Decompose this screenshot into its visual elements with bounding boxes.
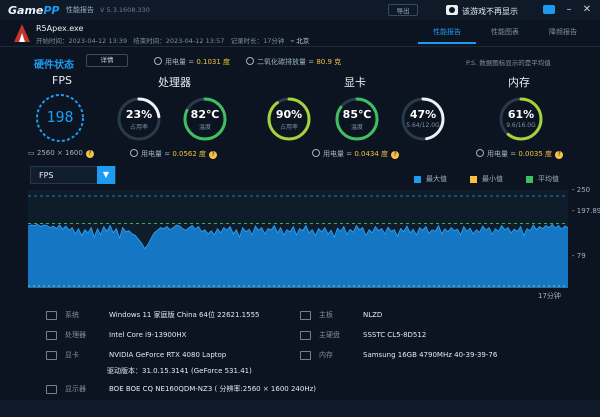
- leaf-icon: [246, 57, 254, 65]
- metric-select-value: FPS: [39, 170, 54, 180]
- ps-note: P.S. 数据图标显示的是平均值: [466, 59, 551, 67]
- gpu-icon: [46, 350, 57, 360]
- monitor-icon: ▭: [28, 149, 35, 157]
- tab-performance-chart[interactable]: 性能图表: [476, 27, 534, 44]
- version-label: V 5.3.1608.330: [100, 6, 150, 14]
- memory-usage-sub: 9.6/16.0G: [506, 122, 536, 129]
- location-pin-icon: ⌖: [290, 37, 295, 45]
- y-tick-avg: - 197.89: [572, 207, 600, 215]
- windows-icon: [46, 310, 57, 320]
- help-icon[interactable]: ?: [555, 151, 564, 159]
- power-icon: [154, 57, 162, 65]
- export-button[interactable]: 导出: [388, 4, 418, 16]
- apex-game-icon: [14, 24, 30, 42]
- legend-avg: 平均值: [526, 174, 559, 184]
- memory-label: 内存: [508, 76, 530, 89]
- bottom-bar: [0, 400, 600, 417]
- screenshot-icon[interactable]: [543, 5, 555, 14]
- gpu-temp-gauge: 85℃ 温度: [334, 96, 380, 142]
- cpu-label: 处理器: [158, 76, 191, 89]
- memory-usage-gauge: 61% 9.6/16.0G: [498, 96, 544, 142]
- sysinfo-gpu: 显卡 NVIDIA GeForce RTX 4080 Laptop: [46, 350, 226, 360]
- help-icon[interactable]: ?: [209, 151, 218, 159]
- legend-avg-swatch: [526, 175, 533, 183]
- fps-chart-svg: [27, 195, 569, 288]
- fps-value: 198: [46, 108, 74, 126]
- help-icon[interactable]: ?: [85, 150, 94, 158]
- cpu-power: 用电量 = 0.0562 度?: [130, 149, 218, 159]
- fps-label: FPS: [52, 74, 72, 87]
- cpu-temp-gauge: 82℃ 温度: [182, 96, 228, 142]
- power-icon: [312, 149, 320, 157]
- gpu-temp-value: 85℃: [342, 108, 372, 121]
- chevron-down-icon[interactable]: ▼: [97, 166, 115, 184]
- window-title: 性能报告: [66, 6, 94, 14]
- carbon-emission: 二氧化碳排放量 = 80.9 克: [246, 57, 341, 67]
- tab-throttle-report[interactable]: 降频报告: [534, 27, 592, 44]
- hide-game-label: 该游戏不再显示: [462, 7, 518, 16]
- total-power: 用电量 = 0.1031 度: [154, 57, 230, 67]
- gpu-usage-value: 90%: [275, 108, 303, 121]
- gpu-vram-value: 47%: [409, 108, 437, 121]
- close-icon[interactable]: ✕: [580, 3, 594, 17]
- sysinfo-motherboard: 主板 NLZD: [300, 310, 382, 320]
- cpu-temp-sub: 温度: [198, 124, 211, 131]
- y-tick-min: - 79: [572, 252, 586, 260]
- detail-button[interactable]: 详情: [86, 54, 128, 67]
- cpu-temp-value: 82℃: [190, 108, 220, 121]
- sysinfo-memory: 内存 Samsung 16GB 4790MHz 40-39-39-76: [300, 350, 497, 360]
- cpu-icon: [46, 330, 57, 340]
- disk-icon: [300, 330, 311, 340]
- motherboard-icon: [300, 310, 311, 320]
- y-tick-max: - 250: [572, 186, 591, 194]
- gpu-label: 显卡: [344, 76, 366, 89]
- help-icon[interactable]: ?: [391, 151, 400, 159]
- fps-resolution: ▭ 2560 × 1600?: [28, 149, 94, 158]
- power-icon: [130, 149, 138, 157]
- fps-area: [28, 224, 568, 288]
- memory-icon: [300, 350, 311, 360]
- memory-power: 用电量 = 0.0035 度?: [476, 149, 564, 159]
- location-label: 北京: [296, 37, 310, 45]
- legend-max: 最大值: [414, 174, 447, 184]
- minimize-icon[interactable]: –: [562, 3, 576, 17]
- gpu-power: 用电量 = 0.0434 度?: [312, 149, 400, 159]
- gpu-usage-gauge: 90% 占用率: [266, 96, 312, 142]
- hide-toggle[interactable]: [446, 5, 458, 15]
- session-meta: 开始时间：2023-04-12 13:39 结束时间：2023-04-12 13…: [36, 37, 310, 45]
- game-exe-name: R5Apex.exe: [36, 24, 84, 33]
- header-divider: [0, 46, 600, 47]
- gpu-temp-sub: 温度: [350, 124, 363, 131]
- sysinfo-disk: 主硬盘 SSSTC CL5-8D512: [300, 330, 426, 340]
- tab-performance-report[interactable]: 性能报告: [418, 27, 476, 44]
- cpu-usage-sub: 占用率: [129, 124, 148, 131]
- sysinfo-os: 系统 Windows 11 家庭版 China 64位 22621.1555: [46, 310, 260, 320]
- fps-gauge: 198: [34, 92, 86, 144]
- legend-max-swatch: [414, 175, 421, 183]
- legend-min-swatch: [470, 175, 477, 183]
- gpu-vram-gauge: 47% 5.64/12.0G: [400, 96, 446, 142]
- memory-usage-value: 61%: [507, 108, 535, 121]
- gpu-usage-sub: 占用率: [279, 124, 298, 131]
- cpu-usage-gauge: 23% 占用率: [116, 96, 162, 142]
- cpu-usage-value: 23%: [125, 108, 153, 121]
- x-end-label: 17分钟: [538, 292, 561, 300]
- hardware-status-title: 硬件状态: [34, 60, 74, 71]
- sysinfo-display: 显示器 BOE BOE CQ NE160QDM-NZ3 ( 分辨率:2560 × …: [46, 384, 316, 394]
- legend-min: 最小值: [470, 174, 503, 184]
- report-tabs: 性能报告 性能图表 降频报告: [418, 27, 592, 44]
- monitor-icon: [46, 384, 57, 394]
- fps-chart[interactable]: [27, 190, 569, 288]
- gamepp-logo: GamePP: [8, 3, 60, 17]
- metric-select[interactable]: FPS ▼: [30, 166, 116, 184]
- power-icon: [476, 149, 484, 157]
- sysinfo-cpu: 处理器 Intel Core i9-13900HX: [46, 330, 186, 340]
- gpu-vram-sub: 5.64/12.0G: [406, 122, 440, 129]
- sysinfo-driver: 驱动版本：31.0.15.3141 (GeForce 531.41): [107, 367, 252, 375]
